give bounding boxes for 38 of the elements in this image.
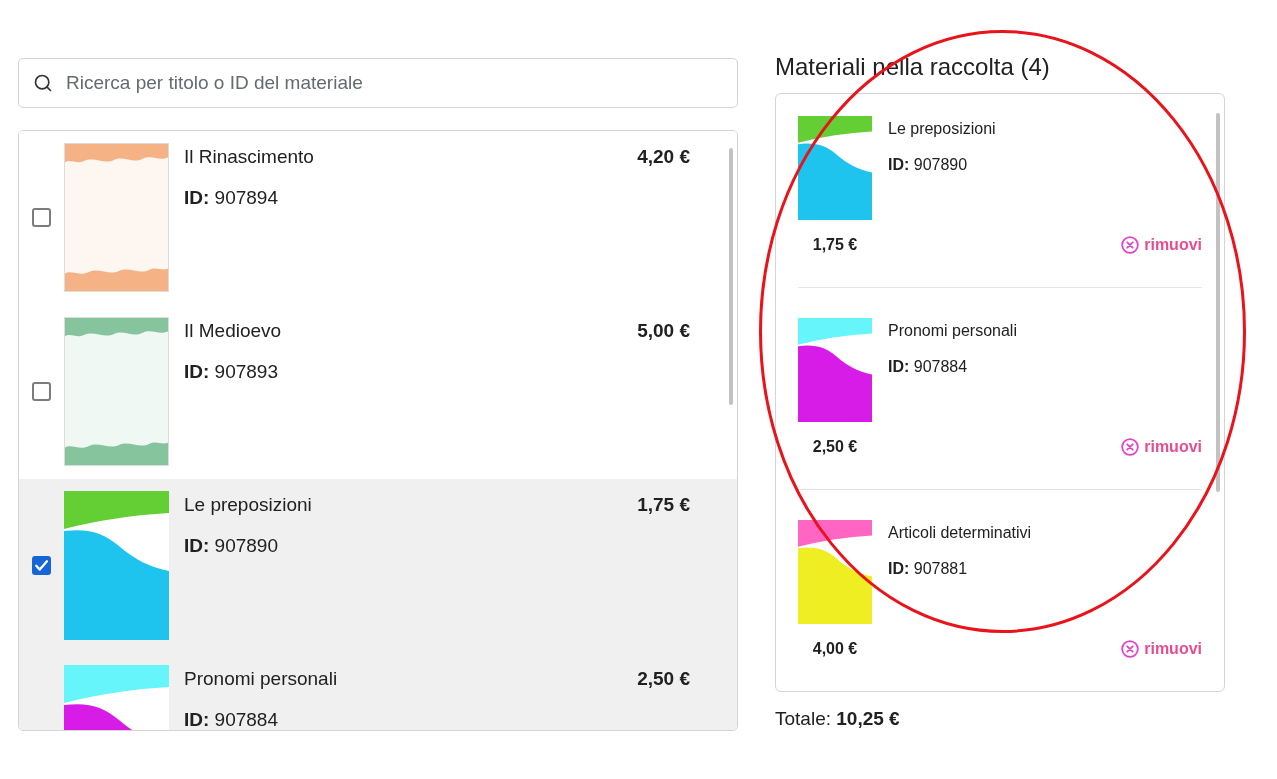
item-id: ID: 907881 [888, 559, 968, 579]
check-icon [35, 560, 48, 571]
remove-button[interactable]: rimuovi [1121, 235, 1202, 255]
material-id: ID: 907890 [184, 536, 278, 556]
material-id: ID: 907884 [184, 710, 278, 730]
material-row[interactable]: Le preposizioni ID: 907890 1,75 € [19, 479, 737, 653]
item-title: Le preposizioni [888, 119, 996, 139]
material-title: Pronomi personali [184, 668, 338, 690]
total-text: Totale: 10,25 € [775, 707, 901, 731]
material-title: Il Medioevo [184, 320, 282, 342]
material-price: 2,50 € [637, 668, 690, 691]
item-title: Pronomi personali [888, 321, 1017, 341]
material-title: Il Rinascimento [184, 146, 314, 168]
scrollbar-thumb[interactable] [729, 148, 733, 405]
remove-button[interactable]: rimuovi [1121, 639, 1202, 659]
checkbox[interactable] [32, 208, 51, 227]
search-icon [33, 73, 53, 93]
material-title: Le preposizioni [184, 494, 312, 516]
item-price: 4,00 € [812, 639, 858, 659]
item-title: Articoli determinativi [888, 523, 1032, 543]
checkbox[interactable] [32, 556, 51, 575]
material-row[interactable]: Pronomi personali ID: 907884 2,50 € [19, 653, 737, 730]
scrollbar-thumb[interactable] [1216, 113, 1220, 492]
item-price: 2,50 € [812, 437, 858, 457]
item-price: 1,75 € [812, 235, 858, 255]
remove-button[interactable]: rimuovi [1121, 437, 1202, 457]
item-id: ID: 907890 [888, 155, 968, 175]
material-price: 1,75 € [637, 494, 690, 517]
x-circle-icon [1121, 640, 1140, 658]
material-price: 4,20 € [637, 146, 690, 169]
material-price: 5,00 € [637, 320, 690, 343]
item-id: ID: 907884 [888, 357, 968, 377]
material-id: ID: 907894 [184, 188, 278, 208]
x-circle-icon [1121, 438, 1140, 456]
material-id: ID: 907893 [184, 362, 278, 382]
checkbox[interactable] [32, 382, 51, 401]
search-field[interactable]: Ricerca per titolo o ID del materiale [18, 58, 738, 108]
x-circle-icon [1121, 236, 1140, 254]
